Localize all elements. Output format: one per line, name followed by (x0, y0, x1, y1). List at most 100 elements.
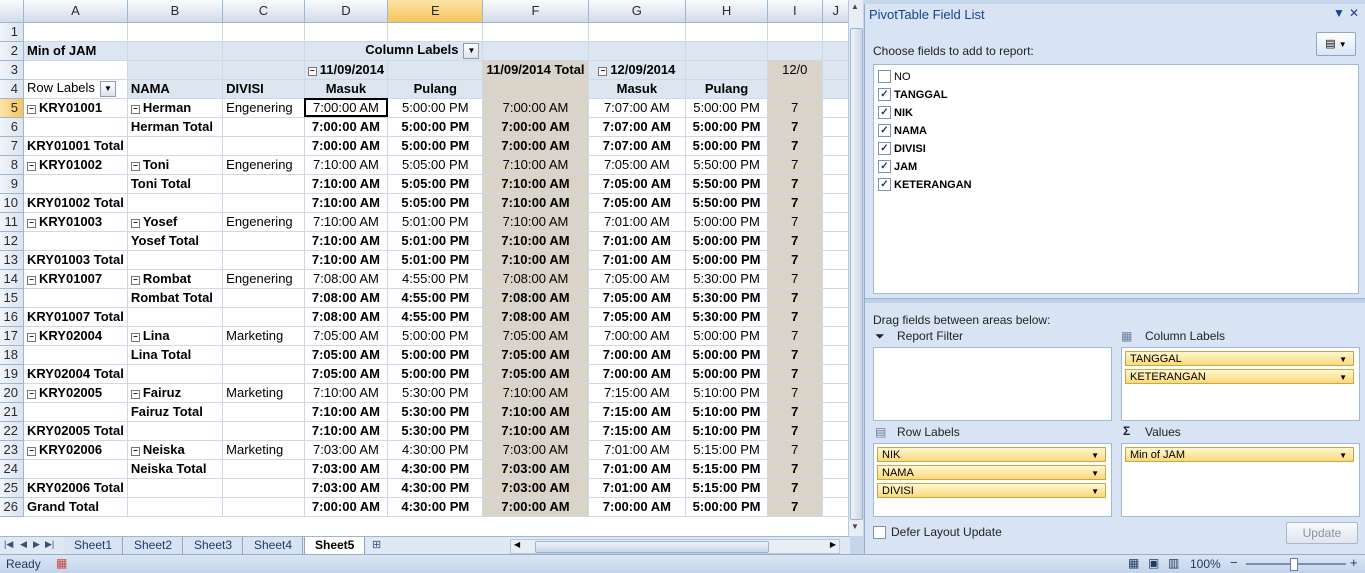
row-header[interactable]: 3 (0, 60, 24, 80)
cell[interactable] (588, 41, 687, 61)
collapse-icon[interactable]: − (598, 67, 608, 76)
cell[interactable]: 7:10:00 AM (304, 421, 389, 441)
cell[interactable]: 7 (767, 231, 823, 251)
cell[interactable]: − Toni (127, 155, 224, 175)
cell[interactable]: Toni Total (127, 174, 224, 194)
cell[interactable] (127, 22, 224, 42)
cell[interactable]: 5:50:00 PM (685, 174, 768, 194)
field-checkbox[interactable] (878, 70, 891, 83)
collapse-icon[interactable]: − (130, 105, 140, 114)
cell[interactable]: Pulang (685, 79, 768, 99)
cell[interactable] (222, 193, 305, 213)
cell[interactable]: 7:05:00 AM (588, 174, 687, 194)
cell[interactable]: 5:00:00 PM (387, 345, 484, 365)
cell[interactable]: 5:00:00 PM (685, 117, 768, 137)
cell[interactable]: 4:55:00 PM (387, 307, 484, 327)
cell[interactable]: 7:10:00 AM (304, 231, 389, 251)
page-layout-icon[interactable]: ▣ (1148, 556, 1159, 570)
column-header[interactable]: E (387, 0, 484, 23)
cell[interactable] (822, 193, 850, 213)
collapse-icon[interactable]: − (27, 219, 36, 228)
cell[interactable]: 7:01:00 AM (588, 250, 687, 270)
cell[interactable]: 7:08:00 AM (304, 269, 389, 289)
cell[interactable]: 7 (767, 174, 823, 194)
cell[interactable]: 7:08:00 AM (304, 288, 389, 308)
cell[interactable]: 7 (767, 364, 823, 384)
cell[interactable]: 4:30:00 PM (387, 497, 484, 517)
cell[interactable]: 7:10:00 AM (304, 193, 389, 213)
column-header[interactable]: J (822, 0, 850, 23)
cell[interactable]: Fairuz Total (127, 402, 224, 422)
cell[interactable]: 5:30:00 PM (685, 307, 768, 327)
cell[interactable]: 7 (767, 478, 823, 498)
cell[interactable]: − KRY02005 (23, 383, 128, 403)
cell[interactable]: 5:30:00 PM (387, 383, 484, 403)
column-header[interactable]: G (588, 0, 687, 23)
cell[interactable]: − Rombat (127, 269, 224, 289)
cell[interactable]: 7:07:00 AM (588, 98, 687, 118)
cell[interactable] (222, 288, 305, 308)
cell[interactable]: 5:30:00 PM (387, 402, 484, 422)
page-break-icon[interactable]: ▥ (1168, 556, 1179, 570)
sheet-tab-sheet2[interactable]: Sheet2 (124, 537, 184, 554)
cell[interactable]: 7:03:00 AM (304, 440, 389, 460)
cell[interactable]: 7:10:00 AM (304, 155, 389, 175)
cell[interactable] (222, 231, 305, 251)
cell[interactable] (222, 345, 305, 365)
field-list[interactable]: NO ✓ TANGGAL ✓ NIK ✓ NAMA ✓ DIVISI ✓ JAM ✓ KETERANGA… (873, 64, 1359, 294)
row-header[interactable]: 22 (0, 421, 24, 441)
chevron-down-icon[interactable]: ▼ (1339, 352, 1347, 367)
cell[interactable]: − KRY01002 (23, 155, 128, 175)
cell[interactable]: 7:05:00 AM (482, 364, 589, 384)
cell[interactable] (767, 22, 823, 42)
row-header[interactable]: 1 (0, 22, 24, 42)
zoom-level[interactable]: 100% (1190, 557, 1221, 571)
cell[interactable]: 7:03:00 AM (304, 478, 389, 498)
cell[interactable]: − Herman (127, 98, 224, 118)
cell[interactable]: 7:01:00 AM (588, 212, 687, 232)
cell[interactable]: 7 (767, 98, 823, 118)
column-header[interactable]: I (767, 0, 823, 23)
cell[interactable]: Herman Total (127, 117, 224, 137)
cell[interactable]: 5:30:00 PM (387, 421, 484, 441)
row-header[interactable]: 9 (0, 174, 24, 194)
cell[interactable]: 4:55:00 PM (387, 288, 484, 308)
cell[interactable] (127, 60, 224, 80)
cell[interactable]: 7:01:00 AM (588, 459, 687, 479)
cell[interactable]: − Fairuz (127, 383, 224, 403)
cell[interactable] (222, 402, 305, 422)
pane-menu-icon[interactable]: ▼ (1333, 6, 1345, 20)
cell[interactable] (482, 79, 589, 99)
cell[interactable]: 5:00:00 PM (685, 136, 768, 156)
pane-splitter[interactable] (865, 298, 1365, 303)
cell[interactable]: 7 (767, 288, 823, 308)
row-header[interactable]: 4 (0, 79, 24, 99)
zoom-in-button[interactable]: + (1350, 555, 1358, 570)
cell[interactable]: 4:30:00 PM (387, 440, 484, 460)
first-sheet-icon[interactable]: |◀ (4, 539, 13, 550)
cell[interactable]: 7 (767, 193, 823, 213)
cell[interactable]: Engenering (222, 155, 305, 175)
cell[interactable] (822, 174, 850, 194)
cell[interactable]: 5:30:00 PM (685, 269, 768, 289)
column-header[interactable]: B (127, 0, 224, 23)
area-field-pill[interactable]: NAMA ▼ (877, 465, 1106, 480)
cell[interactable]: 7 (767, 345, 823, 365)
area-field-pill[interactable]: KETERANGAN ▼ (1125, 369, 1354, 384)
cell[interactable]: 5:00:00 PM (685, 497, 768, 517)
collapse-icon[interactable]: − (130, 447, 140, 456)
cell[interactable]: 7 (767, 212, 823, 232)
cell[interactable]: Lina Total (127, 345, 224, 365)
update-button[interactable]: Update (1286, 522, 1358, 544)
cell[interactable]: − KRY02004 (23, 326, 128, 346)
cell[interactable]: 5:00:00 PM (387, 364, 484, 384)
cell[interactable]: 7:00:00 AM (588, 326, 687, 346)
cell[interactable]: KRY02006 Total (23, 478, 128, 498)
last-sheet-icon[interactable]: ▶| (45, 539, 54, 550)
sheet-tab-sheet3[interactable]: Sheet3 (184, 537, 244, 554)
sheet-tab-sheet1[interactable]: Sheet1 (64, 537, 124, 554)
cell[interactable]: 7 (767, 250, 823, 270)
report-filter-area[interactable] (873, 347, 1112, 421)
vertical-scroll-thumb[interactable] (850, 28, 863, 520)
chevron-down-icon[interactable]: ▼ (1339, 448, 1347, 463)
